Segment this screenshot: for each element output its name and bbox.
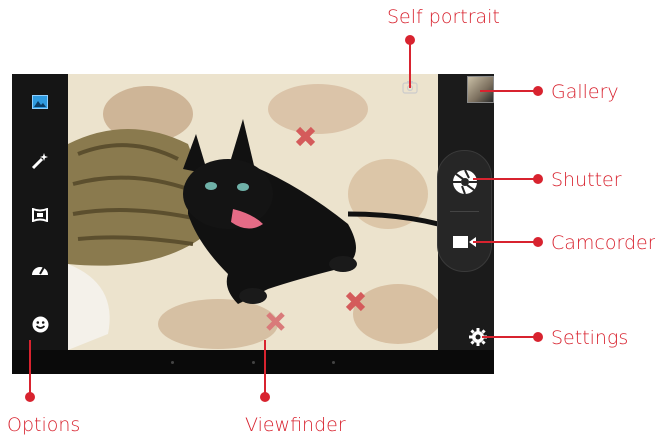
- settings-label: Settings: [551, 327, 629, 349]
- viewfinder-label: Viewfinder: [245, 414, 346, 436]
- callout-lines: [25, 35, 543, 402]
- gallery-label: Gallery: [551, 81, 619, 103]
- options-label: Options: [7, 414, 81, 436]
- camcorder-label: Camcorder: [551, 232, 655, 254]
- shutter-label: Shutter: [551, 169, 622, 191]
- self-portrait-label: Self portrait: [387, 6, 500, 28]
